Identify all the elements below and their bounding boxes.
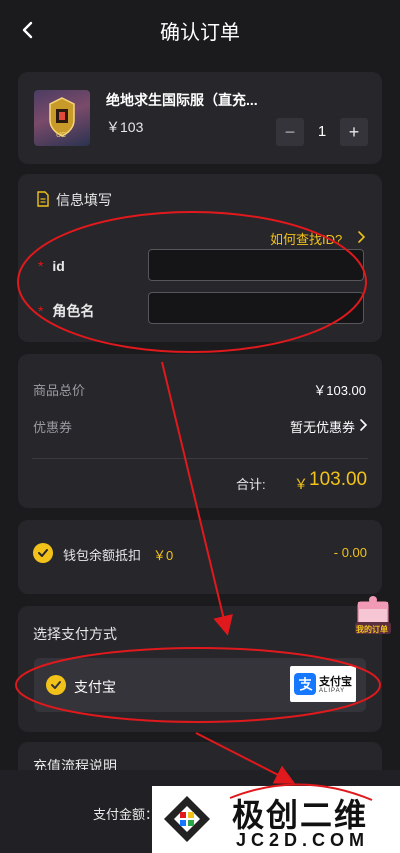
total-value: 103.00	[309, 469, 368, 490]
alipay-logo-en: ALIPAY	[319, 688, 346, 694]
coupon-label: 优惠券	[33, 420, 73, 435]
document-icon	[37, 191, 49, 207]
payment-card: 选择支付方式 支付宝 支付宝 ALIPAY	[18, 606, 382, 732]
header-bar: 确认订单	[0, 0, 400, 58]
product-price: ￥103	[106, 119, 144, 135]
product-card: UC 绝地求生国际服（直充... ￥103 − 1 +	[18, 72, 382, 164]
coupon-selector[interactable]: 暂无优惠券	[288, 414, 370, 436]
wallet-check-icon[interactable]	[33, 543, 53, 563]
chevron-right-icon	[358, 231, 366, 243]
my-orders-float-button[interactable]: 我的订单	[352, 592, 394, 638]
id-input[interactable]	[148, 249, 364, 281]
id-label: id	[52, 258, 65, 274]
total-label: 合计:	[236, 477, 266, 492]
alipay-icon	[294, 673, 316, 695]
info-card: 信息填写 如何查找ID? * id * 角色名	[18, 174, 382, 342]
wallet-label: 钱包余额抵扣	[63, 548, 142, 563]
watermark-brand-url: JC2D.COM	[236, 830, 370, 850]
page-title: 确认订单	[160, 22, 240, 44]
wallet-deduction: - 0.00	[333, 545, 367, 560]
divider	[32, 458, 368, 459]
my-orders-label: 我的订单	[356, 625, 388, 634]
quantity-stepper: − 1 +	[276, 118, 368, 146]
price-summary-card: 商品总价 ￥103.00 优惠券 暂无优惠券 合计: ￥ 103.00	[18, 354, 382, 508]
watermark-banner: 极创二维 JC2D.COM	[152, 786, 400, 853]
goods-total-label: 商品总价	[33, 383, 86, 398]
alipay-option[interactable]: 支付宝 支付宝 ALIPAY	[34, 658, 366, 712]
total-currency: ￥	[294, 476, 308, 492]
pay-amount-label: 支付金额：	[93, 807, 159, 822]
alipay-check-icon	[46, 675, 66, 695]
find-id-link-label: 如何查找ID?	[270, 232, 343, 247]
thumbnail-text: UC	[56, 132, 67, 139]
id-field-label: * id	[38, 258, 65, 274]
alipay-logo-cn: 支付宝	[319, 676, 352, 688]
required-mark: *	[38, 258, 44, 274]
increase-quantity-button[interactable]: +	[340, 118, 368, 146]
chevron-right-icon	[360, 419, 368, 431]
role-name-label: 角色名	[52, 303, 95, 319]
payment-section-title: 选择支付方式	[33, 626, 117, 642]
product-name: 绝地求生国际服（直充...	[106, 92, 258, 108]
wallet-balance: ￥0	[153, 548, 174, 563]
cube-logo-icon	[164, 796, 210, 842]
product-thumbnail: UC	[34, 90, 90, 146]
role-name-input[interactable]	[148, 292, 364, 324]
info-section-title: 信息填写	[56, 192, 112, 208]
find-id-help-link[interactable]: 如何查找ID?	[270, 227, 370, 247]
coupon-value: 暂无优惠券	[290, 420, 356, 435]
alipay-label: 支付宝	[74, 679, 116, 695]
required-mark: *	[38, 303, 44, 319]
wallet-card: 钱包余额抵扣 ￥0 - 0.00	[18, 520, 382, 594]
decrease-quantity-button[interactable]: −	[276, 118, 304, 146]
goods-total-value: ￥103.00	[313, 383, 366, 398]
role-name-field-label: * 角色名	[38, 301, 94, 321]
quantity-value[interactable]: 1	[304, 123, 340, 140]
alipay-logo: 支付宝 ALIPAY	[290, 666, 356, 702]
